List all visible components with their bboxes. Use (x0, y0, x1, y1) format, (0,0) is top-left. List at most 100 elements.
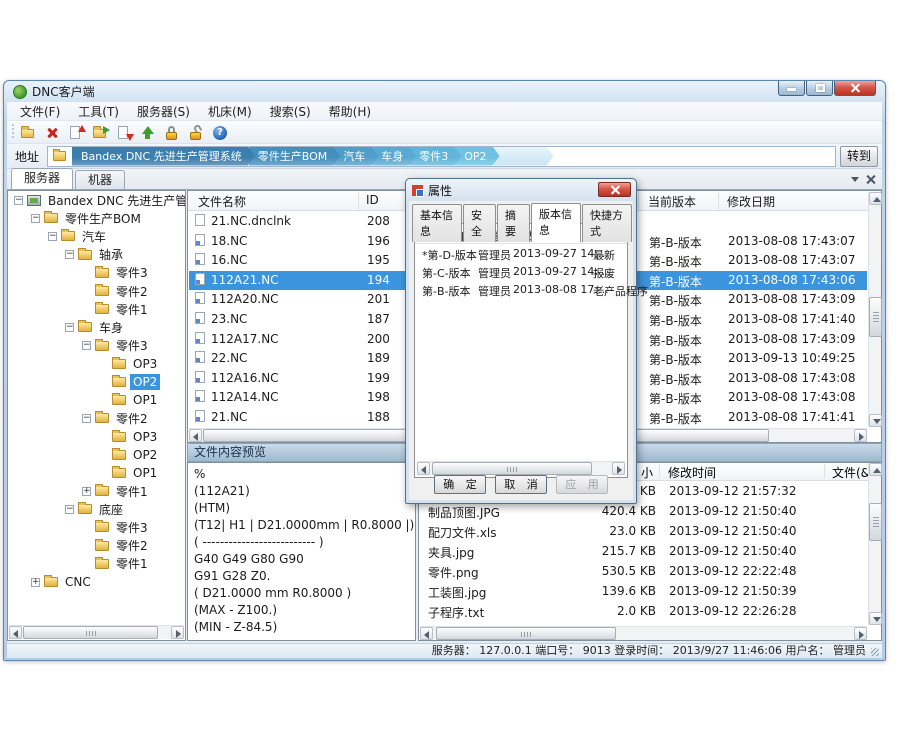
help-icon[interactable]: ? (209, 123, 231, 142)
vscroll-thumb[interactable] (869, 297, 882, 337)
tree-item-零件3[interactable]: 零件3 (8, 518, 185, 536)
tree-item-CNC[interactable]: +CNC (8, 573, 185, 591)
expander-icon[interactable]: − (65, 323, 74, 332)
column-header-version[interactable]: 当前版本 (648, 193, 696, 210)
column-header-modified[interactable]: 修改时间 (668, 464, 716, 481)
resize-grip-icon[interactable] (871, 648, 879, 656)
expander-icon[interactable]: − (31, 214, 40, 223)
scroll-left-icon[interactable] (189, 429, 202, 442)
breadcrumb-segment[interactable]: 汽车 (334, 147, 378, 166)
scroll-right-icon[interactable] (612, 462, 625, 475)
scroll-right-icon[interactable] (854, 627, 867, 640)
restore-button[interactable] (806, 81, 833, 96)
column-divider[interactable] (638, 193, 639, 209)
tree-item-零件2[interactable]: 零件2 (8, 282, 185, 300)
ok-button[interactable]: 确 定 (434, 475, 486, 494)
column-divider[interactable] (659, 464, 660, 478)
dialog-tab-快捷方式[interactable]: 快捷方式 (582, 204, 632, 242)
expander-icon[interactable]: − (82, 341, 91, 350)
dialog-table-hscrollbar[interactable] (417, 461, 625, 475)
version-row[interactable]: 第-B-版本管理员2013-08-08 17:...老产品程序 (415, 280, 627, 298)
tree-item-零件3[interactable]: 零件3 (8, 264, 185, 282)
attachments-vscrollbar[interactable] (868, 463, 881, 625)
expander-icon[interactable]: + (31, 578, 40, 587)
tree-item-零件2[interactable]: −零件2 (8, 409, 185, 427)
chevron-down-icon[interactable] (851, 177, 859, 182)
breadcrumb-segment[interactable]: 零件生产BOM (249, 147, 341, 166)
unlock-icon[interactable] (185, 123, 207, 142)
lock-icon[interactable] (161, 123, 183, 142)
list-item[interactable]: 工装图.jpg139.6 KB2013-09-12 21:50:39 (420, 581, 867, 601)
vscroll-thumb[interactable] (869, 503, 882, 541)
tree-item-零件生产BOM[interactable]: −零件生产BOM (8, 209, 185, 227)
tree-item-OP2[interactable]: OP2 (8, 446, 185, 464)
download-file-icon[interactable] (113, 123, 135, 142)
tree-item-OP1[interactable]: OP1 (8, 464, 185, 482)
scroll-right-icon[interactable] (854, 429, 867, 442)
list-item[interactable]: 夹具.jpg215.7 KB2013-09-12 21:50:40 (420, 541, 867, 561)
column-divider[interactable] (718, 193, 719, 209)
up-arrow-icon[interactable] (137, 123, 159, 142)
list-item[interactable]: 制品顶图.JPG420.4 KB2013-09-12 21:50:40 (420, 501, 867, 521)
list-item[interactable]: 零件.png530.5 KB2013-09-12 22:22:48 (420, 561, 867, 581)
menu-item[interactable]: 帮助(H) (320, 101, 380, 122)
scroll-up-icon[interactable] (869, 192, 882, 205)
hscroll-thumb[interactable] (23, 626, 158, 639)
scroll-left-icon[interactable] (420, 627, 433, 640)
tree-item-轴承[interactable]: −轴承 (8, 246, 185, 264)
hscroll-thumb[interactable] (436, 627, 616, 640)
hscroll-thumb[interactable] (432, 462, 592, 475)
toolbar-grip[interactable] (12, 124, 14, 140)
expander-icon[interactable]: − (65, 505, 74, 514)
dialog-tab-安全[interactable]: 安全 (463, 204, 496, 242)
tree-item-OP3[interactable]: OP3 (8, 427, 185, 445)
version-row[interactable]: *第-D-版本管理员2013-09-27 14:...最新 (415, 244, 627, 262)
tabstrip-close-icon[interactable] (865, 174, 876, 185)
expander-icon[interactable]: − (48, 232, 57, 241)
tree-item-OP2[interactable]: OP2 (8, 373, 185, 391)
column-divider[interactable] (358, 193, 359, 209)
tree-item-零件1[interactable]: +零件1 (8, 482, 185, 500)
dialog-tab-版本信息[interactable]: 版本信息 (531, 203, 581, 242)
folder-icon[interactable] (17, 123, 39, 142)
column-header-id[interactable]: ID (366, 193, 379, 207)
tree-item-Bandex DNC 先进生产管理系[interactable]: −Bandex DNC 先进生产管理系 (8, 191, 185, 209)
tree-hscrollbar[interactable] (9, 625, 184, 639)
attachments-hscrollbar[interactable] (420, 626, 867, 640)
tree-item-OP3[interactable]: OP3 (8, 355, 185, 373)
dialog-tab-基本信息[interactable]: 基本信息 (412, 204, 462, 242)
cancel-button[interactable]: 取 消 (495, 475, 547, 494)
scroll-left-icon[interactable] (9, 626, 22, 639)
file-list-vscrollbar[interactable] (868, 192, 881, 427)
menu-item[interactable]: 搜索(S) (261, 101, 320, 122)
column-header-name[interactable]: 文件名称 (198, 193, 246, 210)
upload-file-icon[interactable] (65, 123, 87, 142)
tree-item-汽车[interactable]: −汽车 (8, 227, 185, 245)
tree-item-车身[interactable]: −车身 (8, 318, 185, 336)
scroll-right-icon[interactable] (171, 626, 184, 639)
minimize-button[interactable] (778, 81, 805, 96)
tab-机器[interactable]: 机器 (75, 170, 125, 189)
tree-item-底座[interactable]: −底座 (8, 500, 185, 518)
dialog-tab-摘要[interactable]: 摘要 (497, 204, 530, 242)
tree-item-零件1[interactable]: 零件1 (8, 555, 185, 573)
open-folder-icon[interactable] (89, 123, 111, 142)
go-button[interactable]: 转到 (840, 146, 878, 167)
menu-item[interactable]: 工具(T) (69, 101, 128, 122)
breadcrumb-segment[interactable]: Bandex DNC 先进生产管理系统 (72, 147, 255, 166)
scroll-up-icon[interactable] (869, 463, 882, 476)
scroll-left-icon[interactable] (417, 462, 430, 475)
delete-icon[interactable] (41, 123, 63, 142)
breadcrumb-segment[interactable]: 零件3 (410, 147, 461, 166)
list-item[interactable]: 子程序.txt2.0 KB2013-09-12 22:26:28 (420, 601, 867, 621)
scroll-down-icon[interactable] (869, 612, 882, 625)
tree-item-零件1[interactable]: 零件1 (8, 300, 185, 318)
tab-服务器[interactable]: 服务器 (11, 168, 73, 189)
menu-item[interactable]: 文件(F) (11, 101, 69, 122)
column-header-size[interactable]: 小 (641, 464, 653, 481)
breadcrumb-segment[interactable]: 车身 (372, 147, 416, 166)
expander-icon[interactable]: − (82, 414, 91, 423)
tree-item-零件2[interactable]: 零件2 (8, 537, 185, 555)
expander-icon[interactable]: − (14, 196, 23, 205)
version-row[interactable]: 第-C-版本管理员2013-09-27 14:...报废 (415, 262, 627, 280)
